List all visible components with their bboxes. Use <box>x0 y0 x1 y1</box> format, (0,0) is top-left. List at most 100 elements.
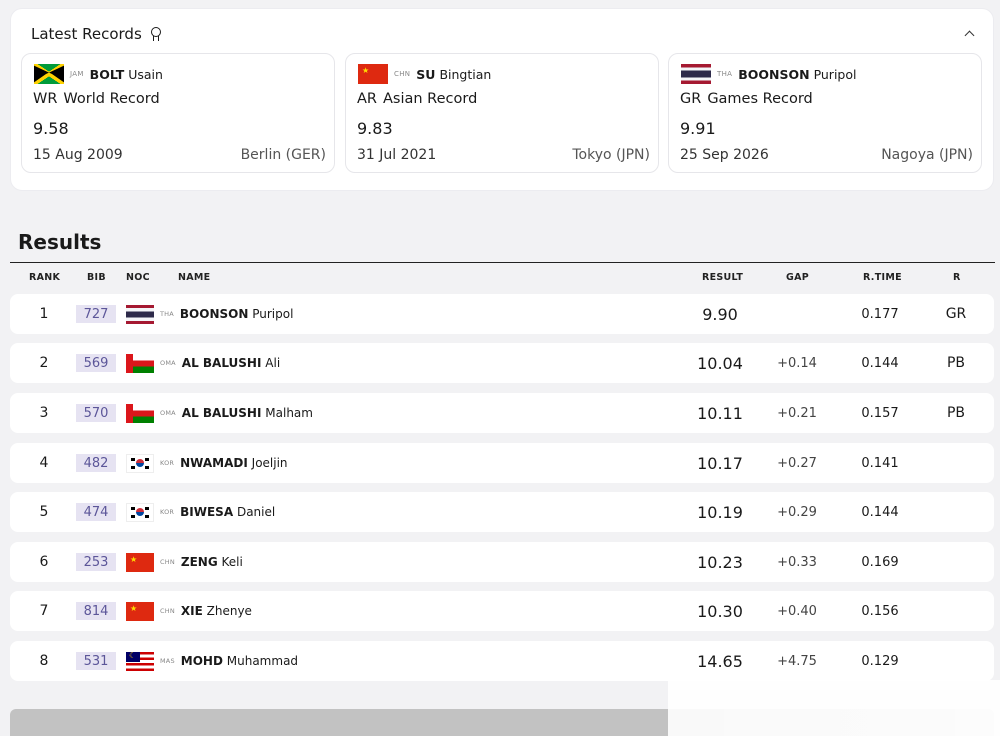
record-venue: Tokyo (JPN) <box>572 147 650 163</box>
record-date: 15 Aug 2009 <box>33 147 123 163</box>
record-date: 31 Jul 2021 <box>357 147 437 163</box>
chevron-up-icon[interactable] <box>963 27 977 41</box>
gap-value: +0.27 <box>777 455 817 471</box>
record-type: GR Games Record <box>680 91 813 107</box>
korea-flag-icon <box>126 453 154 473</box>
rank: 5 <box>39 504 49 520</box>
record-venue: Nagoya (JPN) <box>881 147 973 163</box>
thailand-flag-icon <box>126 304 154 324</box>
athlete-name: NWAMADI Joeljin <box>180 456 288 470</box>
header-rank: RANK <box>29 272 61 283</box>
table-row[interactable]: 5 474 KOR BIWESA Daniel 10.19 +0.29 0.14… <box>10 492 994 532</box>
athlete-cell: OMA AL BALUSHI Malham <box>126 393 313 433</box>
reaction-time: 0.144 <box>861 355 899 371</box>
record-athlete: THA BOONSON Puripol <box>681 64 856 84</box>
noc-code: CHN <box>160 607 175 615</box>
athlete-name: BIWESA Daniel <box>180 505 276 519</box>
athlete-name: AL BALUSHI Ali <box>181 356 281 370</box>
athlete-cell: MAS MOHD Muhammad <box>126 641 298 681</box>
header-bib: BIB <box>87 272 106 283</box>
record-athlete: JAM BOLT Usain <box>34 64 163 84</box>
rank: 1 <box>39 306 49 322</box>
noc-code: CHN <box>394 70 411 78</box>
korea-flag-icon <box>126 502 154 522</box>
record-card-wr: JAM BOLT Usain WR World Record 9.58 15 Au… <box>21 53 335 173</box>
thailand-flag-icon <box>681 64 711 84</box>
table-row[interactable]: 1 727 THA BOONSON Puripol 9.90 0.177 GR <box>10 294 994 334</box>
athlete-surname: BOONSON <box>738 66 810 82</box>
bib-badge: 814 <box>76 602 116 620</box>
noc-code: KOR <box>160 459 175 467</box>
reaction-time: 0.157 <box>861 405 899 421</box>
china-flag-icon: ★ <box>126 552 154 572</box>
athlete-cell: ★ CHN XIE Zhenye <box>126 591 252 631</box>
jamaica-flag-icon <box>34 64 64 84</box>
gap-value: +0.29 <box>777 504 817 520</box>
table-row[interactable]: 4 482 KOR NWAMADI Joeljin 10.17 +0.27 0.… <box>10 443 994 483</box>
record-venue: Berlin (GER) <box>240 147 326 163</box>
reaction-time: 0.129 <box>861 653 899 669</box>
header-gap: GAP <box>786 272 810 283</box>
table-row[interactable]: 3 570 OMA AL BALUSHI Malham 10.11 +0.21 … <box>10 393 994 433</box>
noc-code: OMA <box>160 359 176 367</box>
result-time: 9.90 <box>702 304 738 324</box>
athlete-cell: KOR BIWESA Daniel <box>126 492 275 532</box>
result-time: 14.65 <box>697 651 743 671</box>
medal-icon <box>150 27 162 41</box>
noc-code: MAS <box>160 657 175 665</box>
record-flag <box>928 641 984 681</box>
athlete-cell: THA BOONSON Puripol <box>126 294 293 334</box>
result-time: 10.04 <box>697 353 743 373</box>
reaction-time: 0.144 <box>861 504 899 520</box>
record-flag: PB <box>946 355 966 371</box>
athlete-name: ZENG Keli <box>180 555 243 569</box>
result-time: 10.17 <box>697 453 743 473</box>
bib-badge: 569 <box>76 354 116 372</box>
table-row[interactable]: 8 531 MAS MOHD Muhammad 14.65 +4.75 0.12… <box>10 641 994 681</box>
record-card-ar: ★ CHN SU Bingtian AR Asian Record 9.83 31… <box>345 53 659 173</box>
athlete-surname: SU <box>416 66 436 82</box>
bib-badge: 570 <box>76 404 116 422</box>
athlete-given-name: Puripol <box>813 66 857 82</box>
header-rtime: R.TIME <box>863 272 902 283</box>
rank: 7 <box>39 603 49 619</box>
result-time: 10.30 <box>697 601 743 621</box>
latest-records-header[interactable]: Latest Records <box>31 25 162 43</box>
gap-value: +0.33 <box>777 554 817 570</box>
reaction-time: 0.169 <box>861 554 899 570</box>
bib-badge: 531 <box>76 652 116 670</box>
bib-badge: 482 <box>76 454 116 472</box>
athlete-name: BOONSON Puripol <box>179 307 294 321</box>
result-time: 10.19 <box>697 502 743 522</box>
noc-code: KOR <box>160 508 175 516</box>
rank: 6 <box>39 554 49 570</box>
latest-records-panel: Latest Records JAM BOLT Usain WR World Re… <box>10 8 994 191</box>
results-title: Results <box>18 230 102 254</box>
rank: 8 <box>39 653 49 669</box>
table-row[interactable]: 2 569 OMA AL BALUSHI Ali 10.04 +0.14 0.1… <box>10 343 994 383</box>
rank: 4 <box>39 455 49 471</box>
athlete-name: XIE Zhenye <box>180 604 252 618</box>
record-athlete: ★ CHN SU Bingtian <box>358 64 491 84</box>
table-row[interactable]: 6 253 ★ CHN ZENG Keli 10.23 +0.33 0.169 <box>10 542 994 582</box>
athlete-name: AL BALUSHI Malham <box>181 406 313 420</box>
divider <box>10 262 995 263</box>
athlete-cell: KOR NWAMADI Joeljin <box>126 443 288 483</box>
gap-value: +0.21 <box>777 405 817 421</box>
record-type: AR Asian Record <box>357 91 478 107</box>
record-value: 9.58 <box>33 119 69 138</box>
gap-value <box>765 294 829 334</box>
noc-code: JAM <box>70 70 84 78</box>
noc-code: CHN <box>160 558 175 566</box>
results-column-headers: RANK BIB NOC NAME RESULT GAP R.TIME R <box>10 270 994 286</box>
table-row[interactable]: 7 814 ★ CHN XIE Zhenye 10.30 +0.40 0.156 <box>10 591 994 631</box>
athlete-cell: ★ CHN ZENG Keli <box>126 542 243 582</box>
result-time: 10.23 <box>697 552 743 572</box>
athlete-surname: BOLT <box>89 66 125 82</box>
result-time: 10.11 <box>697 403 743 423</box>
athlete-given-name: Bingtian <box>439 66 492 82</box>
noc-code: THA <box>717 70 733 78</box>
latest-records-title: Latest Records <box>31 25 142 43</box>
gap-value: +0.40 <box>777 603 817 619</box>
rank: 2 <box>39 355 49 371</box>
